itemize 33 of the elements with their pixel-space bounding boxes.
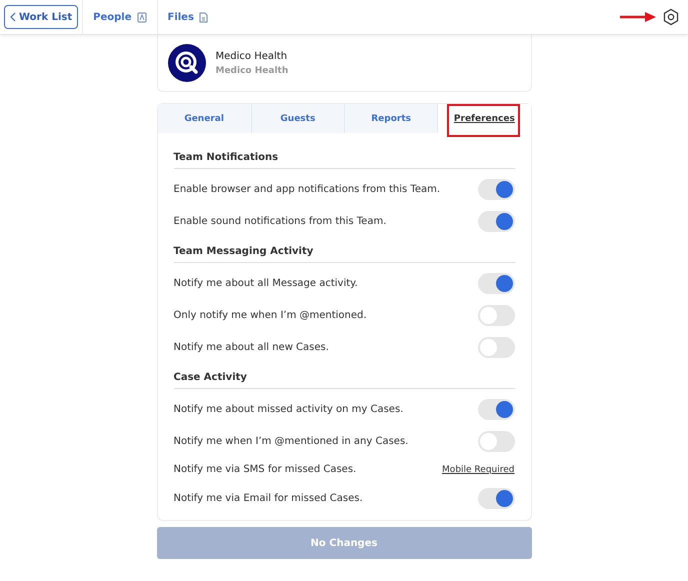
setting-label: Notify me about all new Cases. bbox=[174, 342, 329, 352]
logo-icon bbox=[168, 44, 206, 82]
team-name: Medico Health bbox=[216, 50, 288, 62]
setting-label: Enable browser and app notifications from this Team. bbox=[174, 184, 440, 194]
toggle-switch[interactable] bbox=[478, 488, 514, 508]
nav-link[interactable]: People bbox=[82, 0, 156, 34]
tab[interactable]: Reports bbox=[344, 104, 438, 133]
toggle-switch[interactable] bbox=[478, 210, 514, 232]
setting-label: Notify me when I’m @mentioned in any Cases. bbox=[174, 436, 408, 446]
chevron-left-icon bbox=[10, 12, 16, 22]
setting-label: Notify me about all Message activity. bbox=[174, 278, 358, 288]
toggle-switch[interactable] bbox=[478, 430, 514, 452]
section-heading: Case Activity bbox=[174, 363, 514, 389]
section-heading: Team Notifications bbox=[174, 143, 514, 169]
toggle-switch[interactable] bbox=[478, 178, 514, 200]
mobile-required-link[interactable]: Mobile Required bbox=[442, 464, 514, 474]
nav-link[interactable]: Files bbox=[156, 0, 218, 34]
tab[interactable]: Guests bbox=[250, 104, 344, 133]
tab[interactable]: General bbox=[158, 104, 251, 133]
toggle-switch[interactable] bbox=[478, 272, 514, 294]
toggle-switch[interactable] bbox=[478, 304, 514, 326]
setting-label: Only notify me when I’m @mentioned. bbox=[174, 310, 367, 320]
setting-label: Notify me about missed activity on my Cases. bbox=[174, 404, 404, 414]
setting-label: Notify me via Email for missed Cases. bbox=[174, 492, 363, 504]
section-heading: Team Messaging Activity bbox=[174, 237, 514, 263]
contact-card-icon bbox=[136, 12, 146, 22]
setting-label: Notify me via SMS for missed Cases. bbox=[174, 464, 356, 475]
setting-label: Enable sound notifications from this Team. bbox=[174, 216, 386, 226]
toggle-switch[interactable] bbox=[478, 398, 514, 420]
toggle-switch[interactable] bbox=[478, 336, 514, 358]
team-subtitle: Medico Health bbox=[216, 66, 288, 76]
document-icon bbox=[198, 12, 208, 22]
back-button[interactable]: Work List bbox=[4, 5, 78, 29]
